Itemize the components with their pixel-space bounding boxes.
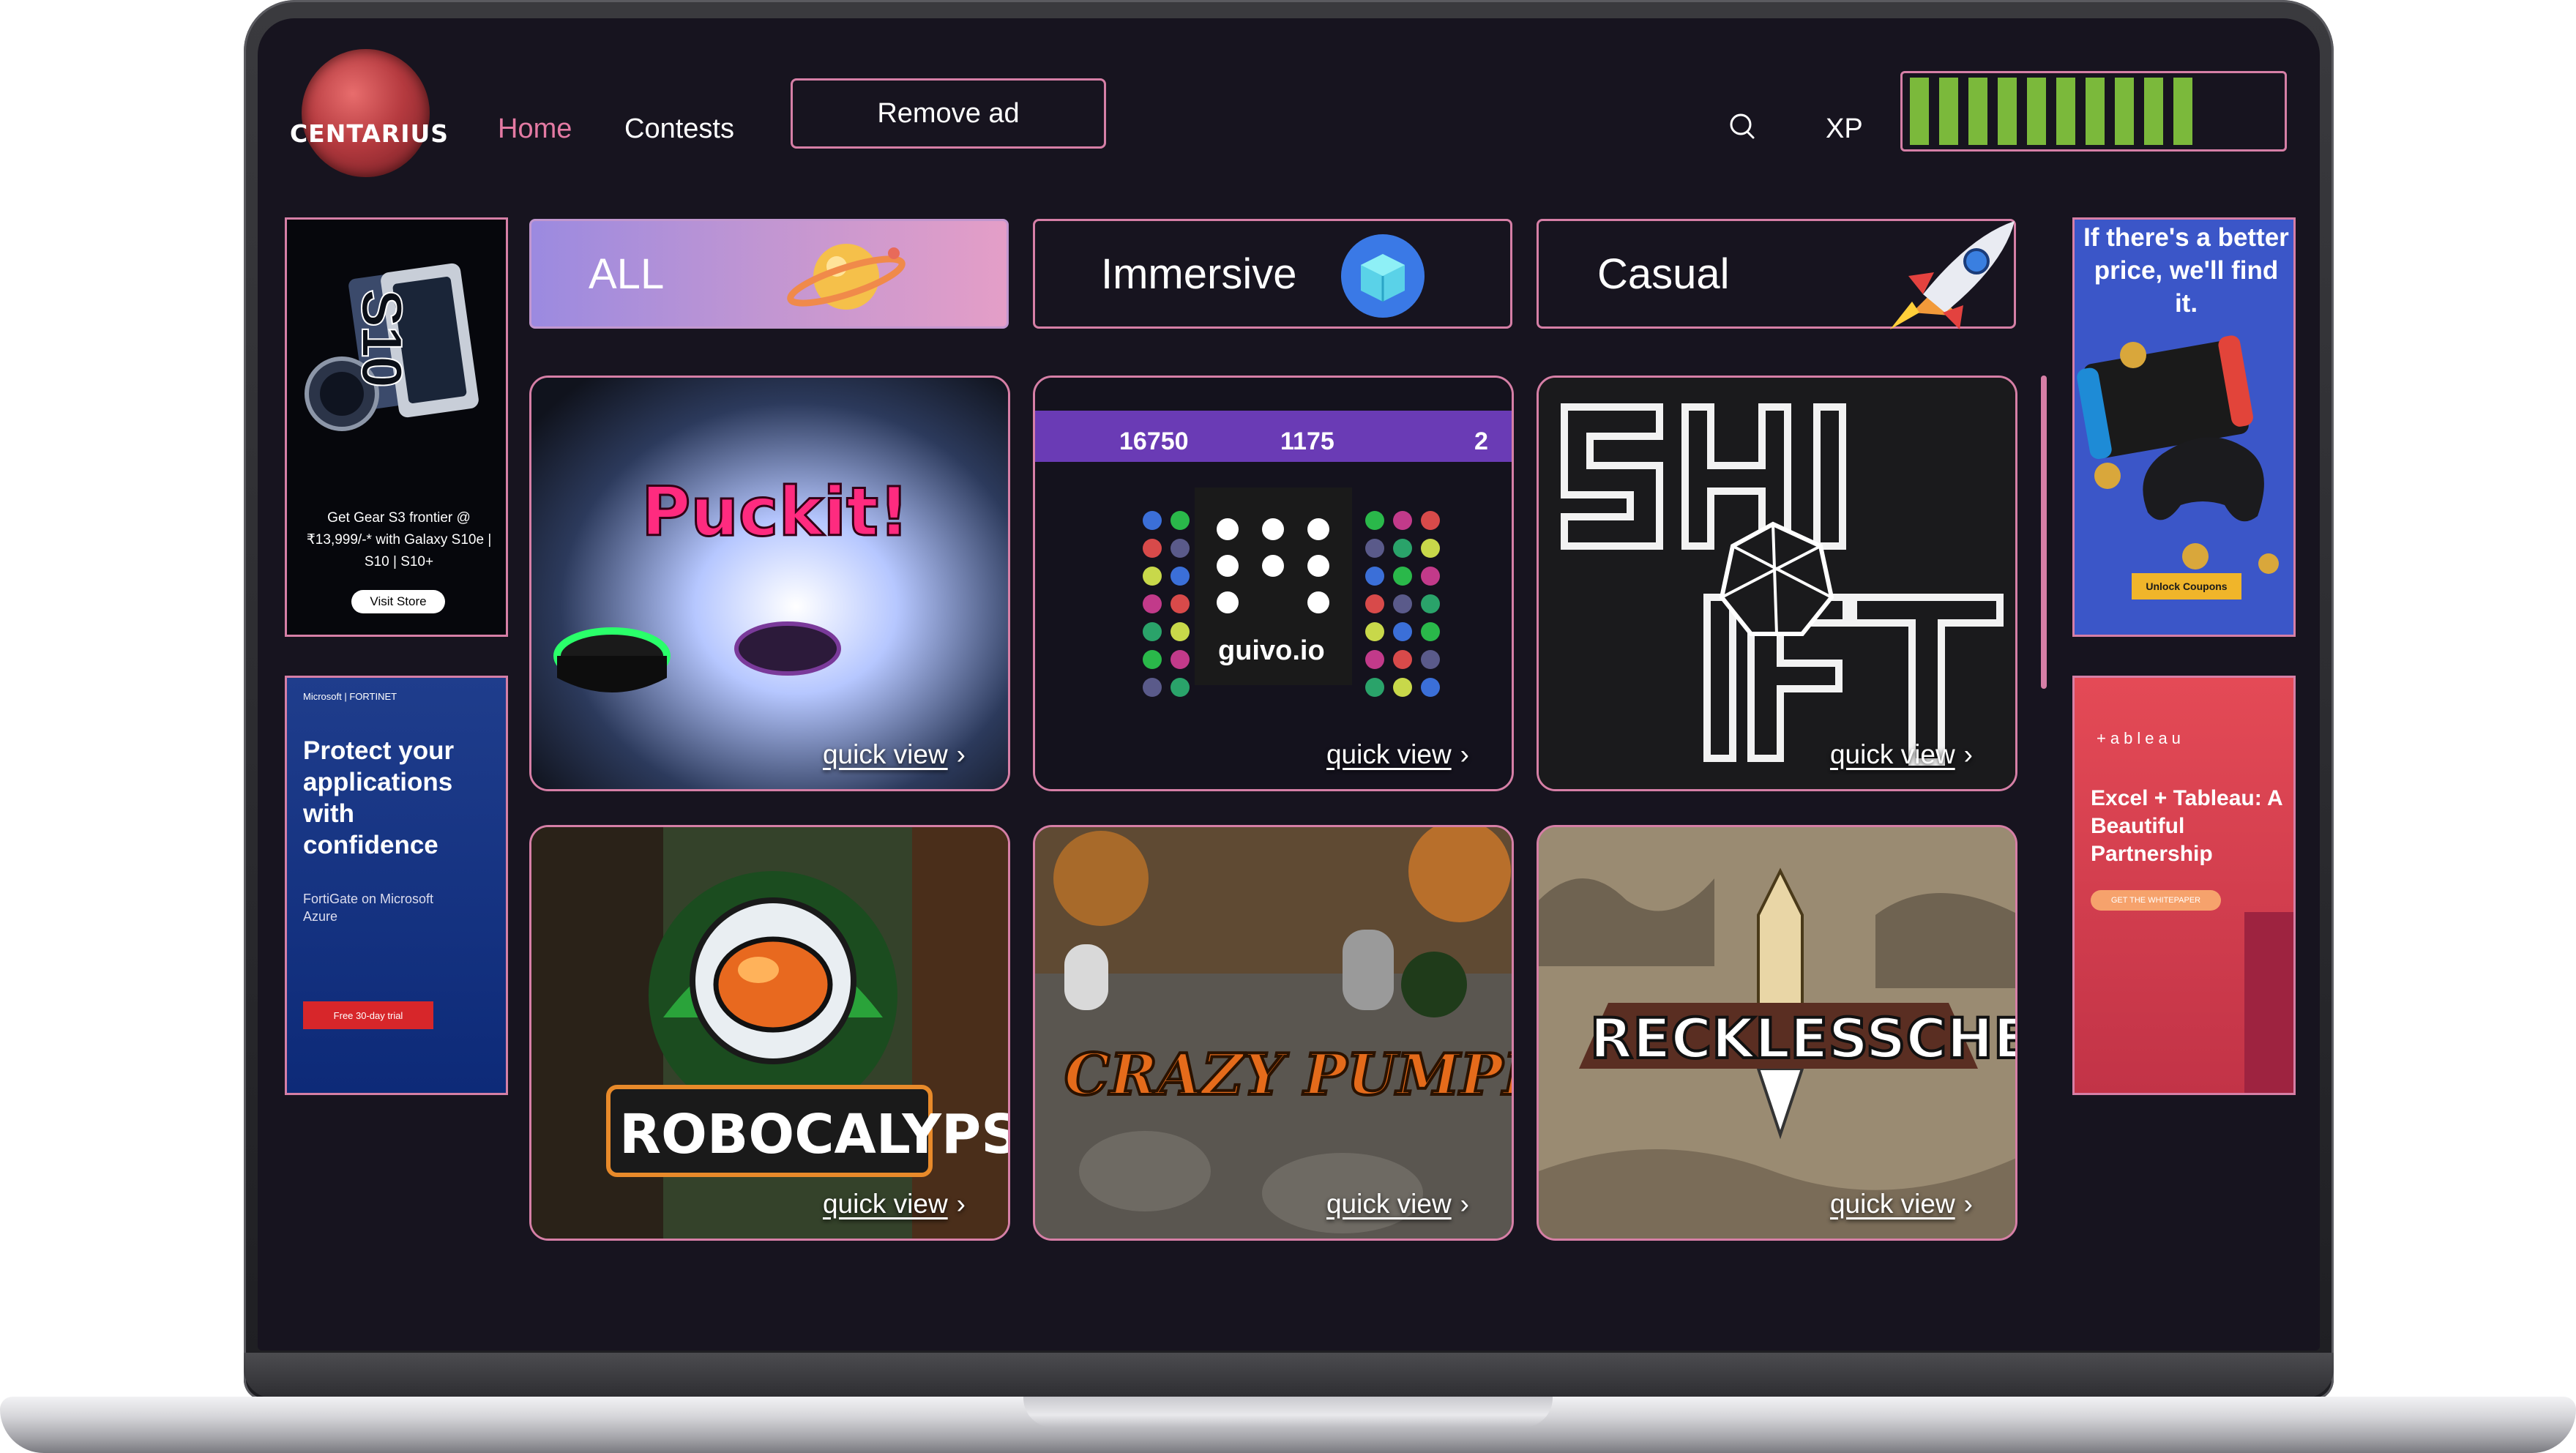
ad-fortinet[interactable]: Microsoft | FORTINET Protect your applic… <box>285 676 508 1095</box>
xp-segment <box>1998 78 2017 145</box>
svg-text:RECKLESSCHESS: RECKLESSCHESS <box>1590 1006 2017 1071</box>
game-card-shift[interactable]: quick view › <box>1537 376 2017 791</box>
xp-segment <box>1910 78 1929 145</box>
game-card-recklesschess[interactable]: RECKLESSCHESS quick view› <box>1537 825 2017 1241</box>
ad-tableau-brand: +ableau <box>2097 729 2185 747</box>
ad-tableau-headline: Excel + Tableau: A Beautiful Partnership <box>2091 786 2282 866</box>
scrollbar[interactable] <box>2041 376 2047 689</box>
svg-text:1175: 1175 <box>1280 427 1334 455</box>
svg-text:CRAZY PUMPKIN: CRAZY PUMPKIN <box>1064 1042 1514 1108</box>
game-card-guivo[interactable]: 16750 1175 2 guivo.io quick view › <box>1033 376 1514 791</box>
xp-segment <box>2173 78 2192 145</box>
svg-text:16750: 16750 <box>1119 427 1189 455</box>
ad-tableau[interactable]: +ableau Excel + Tableau: A Beautiful Par… <box>2072 676 2296 1095</box>
category-immersive-label: Immersive <box>1101 250 1297 298</box>
logo-planet[interactable] <box>302 49 430 177</box>
ad-tableau-button[interactable]: GET THE WHITEPAPER <box>2091 890 2221 911</box>
svg-text:Puckit!: Puckit! <box>641 473 909 551</box>
ad-samsung-button[interactable]: Visit Store <box>351 590 445 613</box>
quick-view-link[interactable]: quick view › <box>1830 739 1973 770</box>
puckit-art: Puckit! <box>531 378 1008 789</box>
robocalypse-art: ROBOCALYPSE <box>531 827 1010 1239</box>
ad-fortinet-sub: FortiGate on Microsoft Azure <box>303 892 434 924</box>
crazy-pumpkin-art: CRAZY PUMPKIN <box>1035 827 1514 1239</box>
logo-text: CENTARIUS <box>289 119 449 148</box>
category-casual-label: Casual <box>1597 250 1730 298</box>
category-casual[interactable]: Casual <box>1537 219 2016 329</box>
nav-contests[interactable]: Contests <box>624 113 734 145</box>
quick-view-link[interactable]: quick view › <box>1326 1189 1469 1219</box>
guivo-art: 16750 1175 2 guivo.io <box>1035 378 1512 789</box>
xp-segment <box>1968 78 1987 145</box>
category-all-label: ALL <box>589 250 665 298</box>
ad-samsung-text: Get Gear S3 frontier @ ₹13,999/-* with G… <box>306 510 492 569</box>
xp-segment <box>2115 78 2134 145</box>
recklesschess-art: RECKLESSCHESS <box>1539 827 2017 1239</box>
laptop-notch <box>1023 1397 1553 1427</box>
category-all[interactable]: ALL <box>529 219 1009 329</box>
xp-segment <box>2056 78 2075 145</box>
xp-label: XP <box>1826 113 1863 144</box>
xp-segment <box>2144 78 2163 145</box>
quick-view-link[interactable]: quick view › <box>823 739 966 770</box>
quick-view-link[interactable]: quick view › <box>1830 1189 1973 1219</box>
game-card-puckit[interactable]: Puckit! quick view › <box>529 376 1010 791</box>
category-immersive[interactable]: Immersive <box>1033 219 1512 329</box>
svg-text:2: 2 <box>1474 427 1488 455</box>
ad-coupons[interactable]: If there's a better price, we'll find it… <box>2072 217 2296 637</box>
planet-icon <box>787 244 906 310</box>
game-card-robocalypse[interactable]: ROBOCALYPSE quick view› <box>529 825 1010 1241</box>
search-icon[interactable] <box>1728 112 1755 140</box>
xp-segment <box>1939 78 1958 145</box>
laptop-bezel-bottom <box>244 1353 2334 1398</box>
remove-ad-button[interactable]: Remove ad <box>791 78 1106 149</box>
ad-fortinet-headline: Protect your applications with confidenc… <box>303 736 455 859</box>
nav-home[interactable]: Home <box>498 113 572 145</box>
quick-view-link[interactable]: quick view › <box>1326 739 1469 770</box>
ad-fortinet-button[interactable]: Free 30-day trial <box>303 1001 433 1029</box>
quick-view-link[interactable]: quick view › <box>823 1189 966 1219</box>
app-screen: CENTARIUS Home Contests Remove ad XP S10… <box>258 18 2320 1351</box>
ad-samsung-art <box>305 263 479 431</box>
svg-text:guivo.io: guivo.io <box>1218 635 1325 666</box>
ad-coupons-button[interactable]: Unlock Coupons <box>2132 573 2241 599</box>
rocket-icon <box>1890 221 2015 329</box>
ad-coupons-headline: If there's a better price, we'll find it… <box>2083 223 2289 318</box>
xp-segment <box>2086 78 2105 145</box>
xp-progress-bar <box>1900 71 2287 152</box>
ad-fortinet-brand: Microsoft | FORTINET <box>303 691 397 702</box>
xp-segment <box>2027 78 2046 145</box>
ad-samsung[interactable]: S10 Get Gear S3 frontier @ ₹13,999/-* wi… <box>285 217 508 637</box>
shift-art <box>1539 378 2015 789</box>
cube-icon <box>1341 234 1425 318</box>
ad-samsung-model: S10 <box>349 288 415 387</box>
svg-text:ROBOCALYPSE: ROBOCALYPSE <box>619 1103 1010 1166</box>
game-card-crazy-pumpkin[interactable]: CRAZY PUMPKIN quick view› <box>1033 825 1514 1241</box>
